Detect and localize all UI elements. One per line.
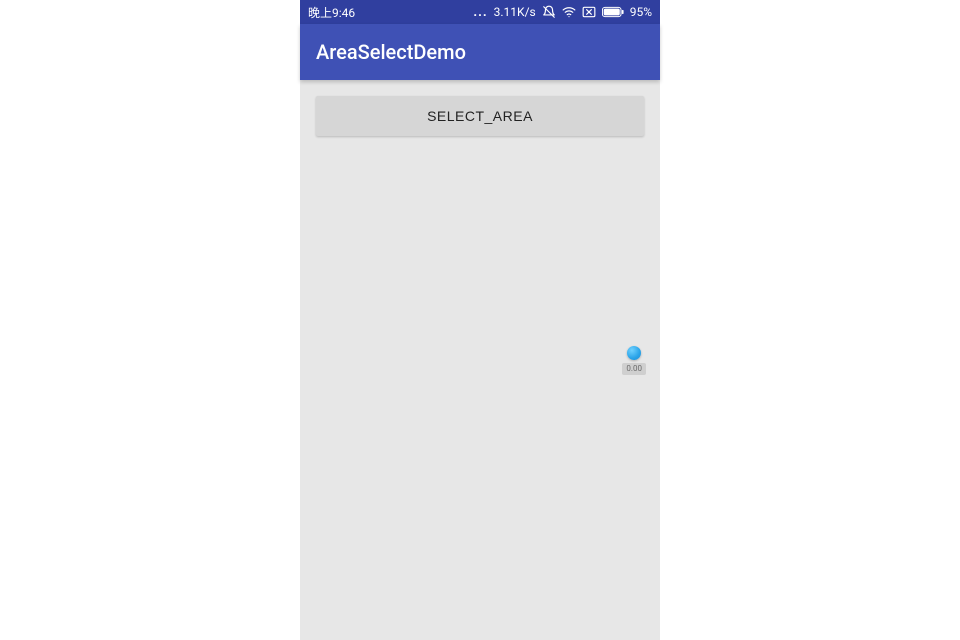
wifi-icon (562, 5, 576, 19)
phone-frame: 晚上9:46 ... 3.11K/s (300, 0, 660, 640)
status-bar: 晚上9:46 ... 3.11K/s (300, 0, 660, 24)
stage: 晚上9:46 ... 3.11K/s (0, 0, 960, 640)
floating-widget-label: 0.00 (622, 363, 646, 375)
no-sim-icon (582, 6, 596, 18)
app-title: AreaSelectDemo (316, 40, 466, 64)
net-speed: 3.11K/s (494, 5, 536, 19)
content-area: SELECT_AREA (300, 80, 660, 640)
floating-widget[interactable]: 0.00 (622, 346, 646, 375)
status-bar-right: ... 3.11K/s (473, 5, 652, 19)
status-time: 晚上9:46 (308, 4, 355, 21)
status-bar-left: 晚上9:46 (308, 4, 355, 21)
select-area-button-label: SELECT_AREA (427, 108, 533, 124)
battery-percentage: 95% (630, 5, 652, 19)
select-area-button[interactable]: SELECT_AREA (316, 96, 644, 136)
app-bar: AreaSelectDemo (300, 24, 660, 80)
mute-icon (542, 5, 556, 19)
more-dots-icon: ... (473, 6, 487, 19)
battery-icon (602, 6, 624, 18)
floating-ball-icon[interactable] (627, 346, 641, 360)
